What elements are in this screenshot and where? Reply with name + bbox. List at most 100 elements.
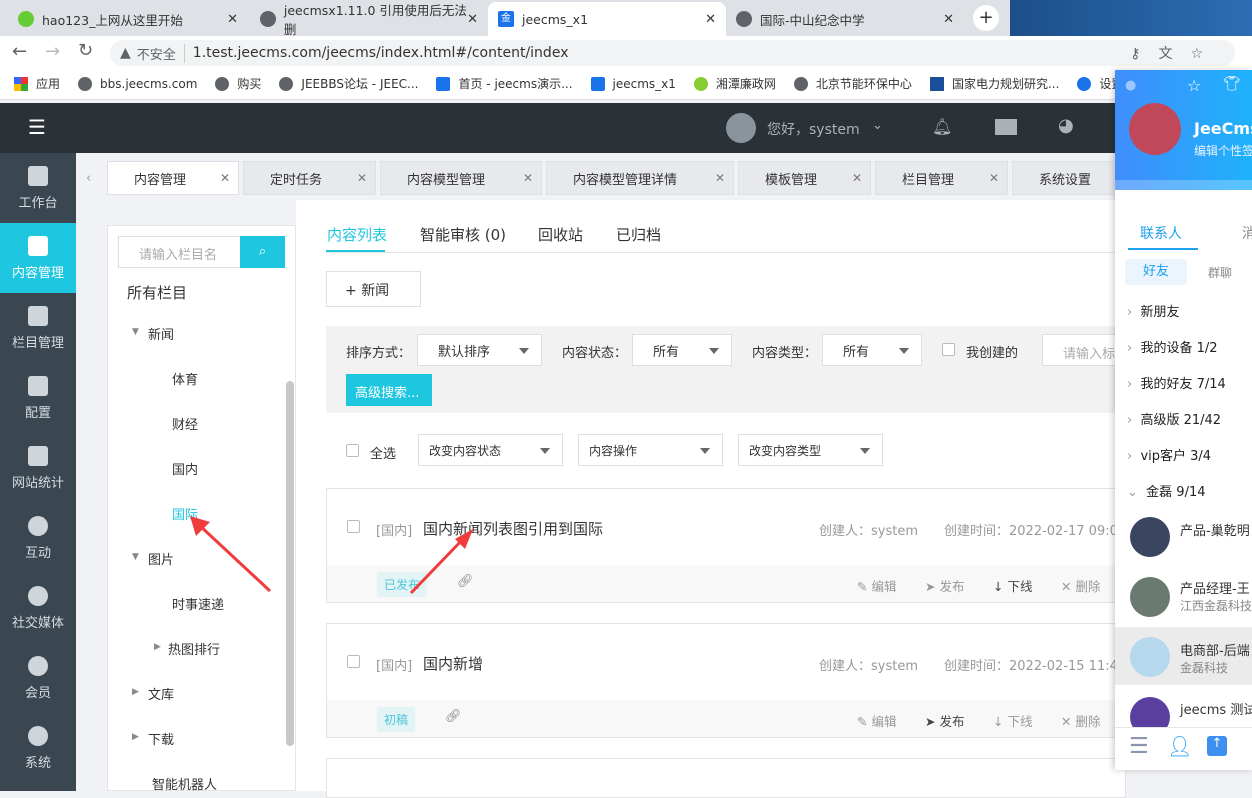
advanced-search-button[interactable]: 高级搜索... — [346, 374, 432, 406]
subtab-smart-review[interactable]: 智能审核 (0) — [420, 224, 506, 245]
tab-content-manage[interactable]: 内容管理 ✕ — [107, 161, 239, 195]
caret-right-icon[interactable]: ▶ — [132, 732, 139, 742]
publish-button[interactable]: ➤ 发布 — [925, 576, 964, 595]
search-button[interactable]: ⌕ — [240, 236, 285, 268]
sidebar-item-interaction[interactable]: 互动 — [0, 503, 76, 573]
tree-node[interactable]: 智能机器人 — [152, 774, 217, 793]
new-tab-button[interactable]: + — [973, 5, 999, 31]
browser-tab[interactable]: jeecmsx1.11.0 引用使用后无法删 ✕ — [250, 2, 488, 37]
group-devices[interactable]: › 我的设备 1/2 — [1127, 337, 1218, 356]
add-friend-icon[interactable]: 👤︎ — [1167, 734, 1192, 758]
contact-item[interactable]: jeecms 测试 — [1115, 687, 1252, 732]
contact-item-hovered[interactable]: 电商部-后端 金磊科技 — [1115, 627, 1252, 685]
tree-node[interactable]: 下载 — [148, 729, 174, 748]
tab-channels[interactable]: 栏目管理 ✕ — [875, 161, 1008, 195]
tree-node[interactable]: 体育 — [172, 369, 198, 388]
tab-system-settings[interactable]: 系统设置 — [1012, 161, 1122, 195]
bookmark[interactable]: jeecms_x1 — [590, 76, 676, 91]
key-translate-star-icons[interactable]: ⚷文☆ — [1130, 43, 1221, 63]
bookmark[interactable]: bbs.jeecms.com — [78, 76, 197, 91]
chevron-down-icon[interactable]: ⌄ — [872, 118, 883, 133]
tab-templates[interactable]: 模板管理 ✕ — [738, 161, 871, 195]
offline-button[interactable]: ↓ 下线 — [993, 576, 1032, 595]
palette-icon[interactable]: ◕ — [1058, 115, 1074, 136]
menu-icon[interactable]: ☰ — [28, 115, 46, 139]
bookmark[interactable]: 应用 — [14, 75, 60, 92]
bookmark[interactable]: 北京节能环保中心 — [793, 75, 912, 92]
forward-icon[interactable]: → — [45, 41, 60, 62]
tab-contacts[interactable]: 联系人 — [1140, 223, 1182, 243]
user-greeting[interactable]: 您好，system — [767, 119, 860, 139]
url-bar[interactable]: ▲ 不安全 1.test.jeecms.com/jeecms/index.htm… — [110, 40, 1235, 66]
tab-groups[interactable]: 群聊 — [1208, 264, 1232, 281]
caret-down-icon[interactable]: ▼ — [132, 327, 139, 337]
sidebar-item-content[interactable]: 内容管理 — [0, 223, 76, 293]
close-icon[interactable]: ✕ — [715, 171, 725, 185]
group-friends[interactable]: › 我的好友 7/14 — [1127, 373, 1226, 392]
status-select[interactable]: 所有 — [632, 334, 732, 366]
sidebar-item-workbench[interactable]: 工作台 — [0, 153, 76, 223]
sidebar-item-social[interactable]: 社交媒体 — [0, 573, 76, 643]
group-vip[interactable]: › vip客户 3/4 — [1127, 445, 1211, 464]
mine-checkbox[interactable] — [942, 343, 955, 356]
delete-button[interactable]: ✕ 删除 — [1061, 576, 1100, 595]
close-icon[interactable]: ✕ — [227, 12, 238, 27]
close-icon[interactable]: ✕ — [705, 12, 716, 27]
chevron-left-icon[interactable]: ‹ — [86, 171, 91, 186]
close-icon[interactable]: ✕ — [220, 171, 230, 185]
menu-icon[interactable]: ☰ — [1129, 734, 1149, 759]
search-input[interactable]: 请输入标 — [1042, 334, 1122, 366]
tab-model-detail[interactable]: 内容模型管理详情 ✕ — [546, 161, 734, 195]
close-icon[interactable]: ✕ — [467, 12, 478, 27]
caret-right-icon[interactable]: ▶ — [132, 687, 139, 697]
select-all-checkbox[interactable] — [346, 444, 359, 457]
bell-icon[interactable]: 🔔︎ — [932, 117, 952, 136]
close-icon[interactable]: ✕ — [989, 171, 999, 185]
tree-node[interactable]: 图片 — [148, 549, 174, 568]
bookmark[interactable]: 湘潭廉政网 — [693, 75, 776, 92]
contact-item[interactable]: 产品-巢乾明 — [1115, 507, 1252, 565]
delete-button[interactable]: ✕ 删除 — [1061, 711, 1100, 730]
tree-node[interactable]: 文库 — [148, 684, 174, 703]
sidebar-item-channels[interactable]: 栏目管理 — [0, 293, 76, 363]
sidebar-item-members[interactable]: 会员 — [0, 643, 76, 713]
caret-right-icon[interactable]: ▶ — [154, 642, 161, 652]
caret-down-icon[interactable]: ▼ — [132, 552, 139, 562]
scrollbar[interactable] — [286, 381, 294, 746]
group-advanced[interactable]: › 高级版 21/42 — [1127, 409, 1221, 428]
sort-select[interactable]: 默认排序 — [417, 334, 542, 366]
tab-messages[interactable]: 消 — [1242, 223, 1252, 243]
tab-friends[interactable]: 好友 — [1125, 259, 1187, 285]
close-icon[interactable]: ✕ — [852, 171, 862, 185]
star-icon[interactable]: ☆ — [1187, 76, 1201, 95]
type-select[interactable]: 所有 — [822, 334, 922, 366]
monitor-icon[interactable] — [995, 119, 1017, 135]
bookmark[interactable]: 国家电力规划研究... — [929, 75, 1059, 92]
bookmark[interactable]: 首页 - jeecms演示... — [436, 75, 573, 92]
change-type-select[interactable]: 改变内容类型 — [738, 434, 883, 466]
tree-root[interactable]: 所有栏目 — [127, 282, 187, 303]
group-jinlei[interactable]: ⌄ 金磊 9/14 — [1127, 481, 1206, 500]
sidebar-item-config[interactable]: 配置 — [0, 363, 76, 433]
channel-search-input[interactable]: 请输入栏目名 — [118, 236, 241, 268]
close-icon[interactable]: ✕ — [523, 171, 533, 185]
subtab-content-list[interactable]: 内容列表 — [327, 224, 387, 245]
reload-icon[interactable]: ↻ — [78, 40, 93, 61]
tab-models[interactable]: 内容模型管理 ✕ — [380, 161, 542, 195]
item-title[interactable]: 国内新增 — [423, 653, 483, 674]
tree-node[interactable]: 时事速递 — [172, 594, 224, 613]
avatar[interactable] — [1129, 103, 1181, 155]
item-checkbox[interactable] — [347, 655, 360, 668]
group-new-friends[interactable]: › 新朋友 — [1127, 301, 1179, 320]
browser-tab[interactable]: 国际-中山纪念中学 ✕ — [726, 2, 964, 36]
subtab-archived[interactable]: 已归档 — [616, 224, 661, 245]
link-icon[interactable]: 🔗︎ — [445, 709, 462, 724]
browser-tab-active[interactable]: 金 jeecms_x1 ✕ — [488, 2, 726, 36]
avatar[interactable] — [726, 113, 756, 143]
sidebar-item-stats[interactable]: 网站统计 — [0, 433, 76, 503]
edit-button[interactable]: ✎ 编辑 — [857, 576, 896, 595]
new-news-button[interactable]: + 新闻 — [326, 271, 421, 307]
subtab-recycle[interactable]: 回收站 — [538, 224, 583, 245]
tab-scheduled[interactable]: 定时任务 ✕ — [243, 161, 376, 195]
item-checkbox[interactable] — [347, 520, 360, 533]
